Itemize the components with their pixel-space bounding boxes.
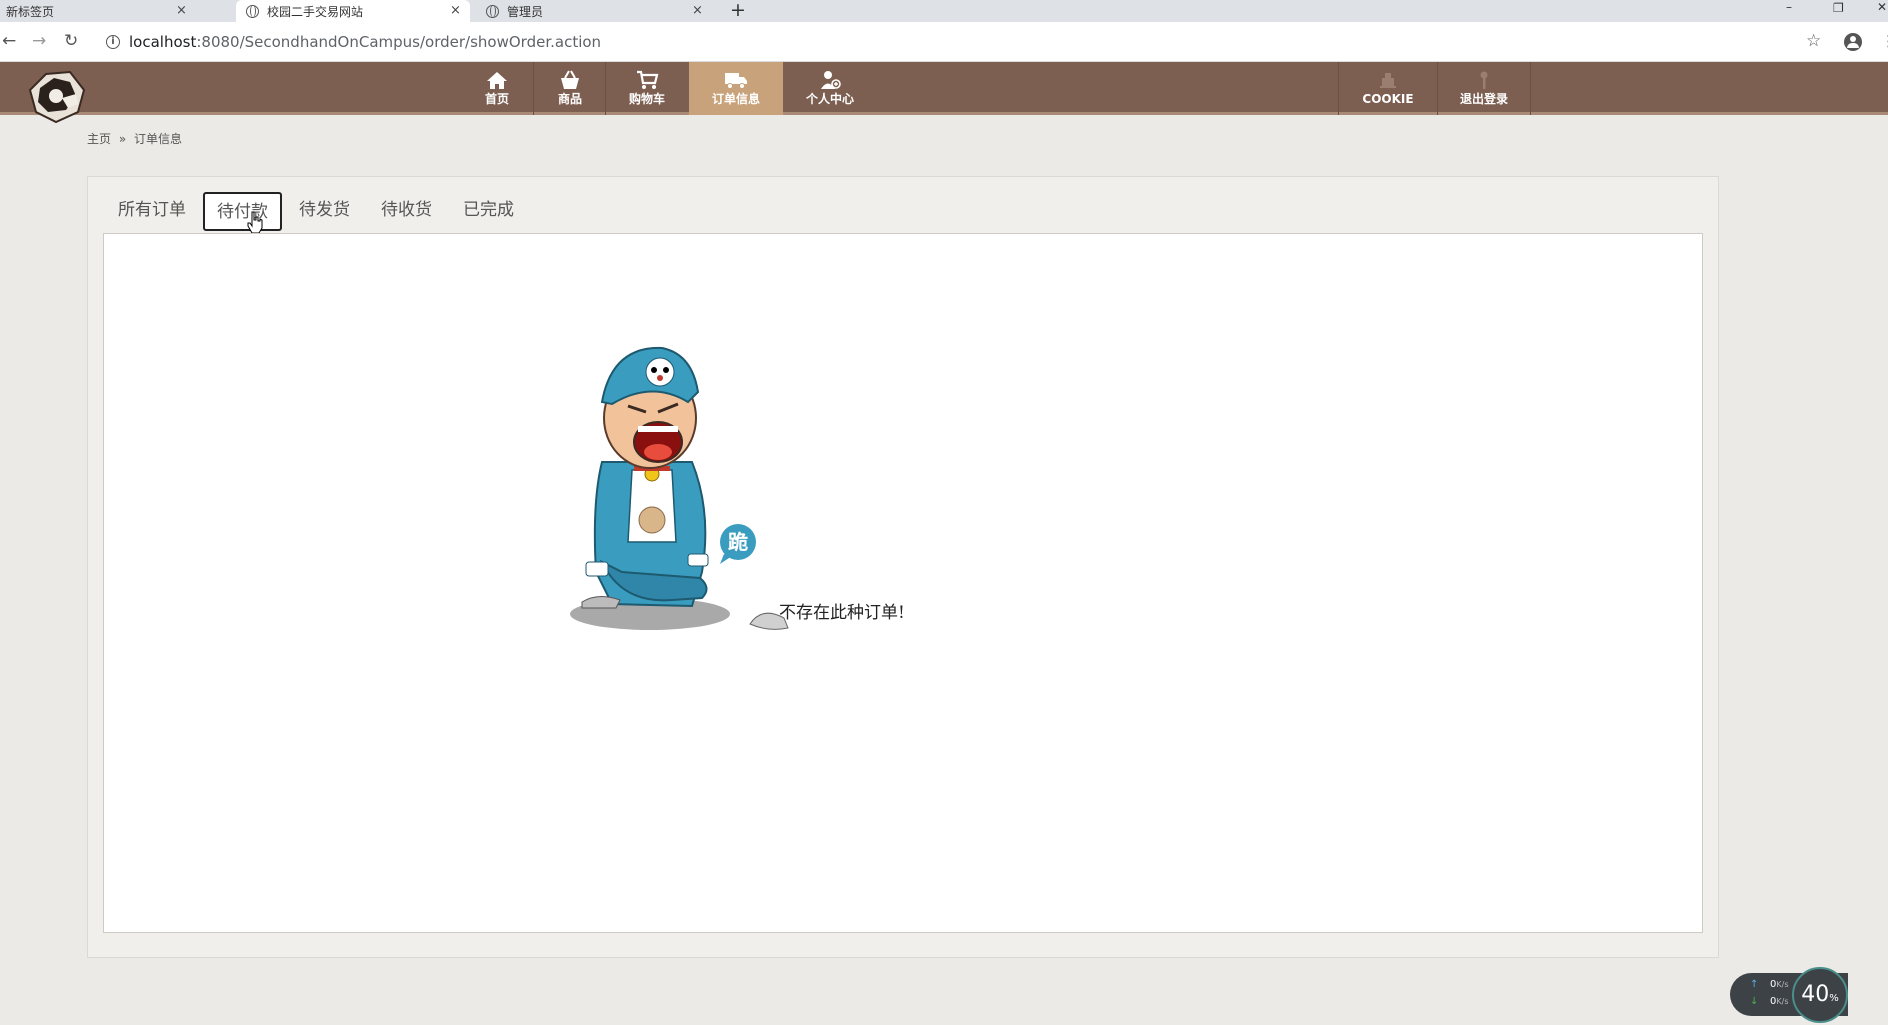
upload-speed-unit: K/s xyxy=(1776,980,1789,989)
nav-divider xyxy=(605,62,606,115)
tab-title: 管理员 xyxy=(507,4,544,19)
tab-completed[interactable]: 已完成 xyxy=(463,192,514,231)
browser-tab-admin[interactable]: 管理员 × xyxy=(478,0,712,22)
tab-pending-shipment[interactable]: 待发货 xyxy=(299,192,350,231)
nav-label: 订单信息 xyxy=(711,92,760,106)
tab-all-orders[interactable]: 所有订单 xyxy=(118,192,186,231)
cookie-icon xyxy=(1380,73,1396,88)
download-arrow-icon: ↓ xyxy=(1750,996,1759,1007)
nav-label: 退出登录 xyxy=(1459,92,1508,106)
restore-button[interactable]: ❐ xyxy=(1833,1,1844,23)
empty-orders-message: 不存在此种订单! xyxy=(779,603,905,623)
usage-percent-unit: % xyxy=(1829,993,1839,1004)
nav-label: 首页 xyxy=(484,92,509,106)
breadcrumb-current: 订单信息 xyxy=(134,132,183,146)
nav-cookie[interactable]: COOKIE xyxy=(1343,62,1433,115)
nav-goods[interactable]: 商品 xyxy=(542,62,598,115)
download-speed: 0 xyxy=(1770,996,1777,1007)
breadcrumb-separator: » xyxy=(118,132,127,146)
nav-divider xyxy=(1530,62,1531,115)
tab-pending-receipt[interactable]: 待收货 xyxy=(381,192,432,231)
breadcrumb: 主页 » 订单信息 xyxy=(87,130,182,147)
browser-tab-strip: 新标签页 × 校园二手交易网站 × 管理员 × + – ❐ ✕ xyxy=(0,0,1888,22)
nav-label: 商品 xyxy=(557,92,582,106)
url-path: :8080/SecondhandOnCampus/order/showOrder… xyxy=(196,33,602,51)
network-speed-widget[interactable]: ↑ 0K/s ↓ 0K/s 40% xyxy=(1730,967,1848,1023)
nav-divider xyxy=(1437,62,1438,115)
nav-label: 购物车 xyxy=(628,92,665,106)
forward-icon[interactable]: → xyxy=(32,31,46,51)
memory-usage-ring: 40% xyxy=(1792,967,1848,1023)
nav-label: 个人中心 xyxy=(805,92,854,106)
site-navbar xyxy=(0,62,1888,115)
nav-logout[interactable]: 退出登录 xyxy=(1442,62,1526,115)
site-logo-icon[interactable] xyxy=(26,68,88,124)
browser-tab-campus[interactable]: 校园二手交易网站 × xyxy=(236,0,470,22)
basket-icon xyxy=(561,70,579,89)
profile-icon[interactable] xyxy=(1844,33,1862,51)
nav-divider xyxy=(533,62,534,115)
truck-icon xyxy=(725,73,747,89)
reload-icon[interactable]: ↻ xyxy=(64,31,78,51)
new-tab-button[interactable]: + xyxy=(728,0,748,22)
key-icon xyxy=(1480,71,1488,89)
url-field[interactable]: localhost:8080/SecondhandOnCampus/order/… xyxy=(129,33,601,51)
home-icon xyxy=(487,72,507,89)
breadcrumb-home-link[interactable]: 主页 xyxy=(87,132,111,146)
upload-speed: 0 xyxy=(1770,979,1777,990)
crying-character-illustration: 跪 xyxy=(570,346,789,630)
nav-home[interactable]: 首页 xyxy=(470,62,524,115)
browser-menu-icon[interactable]: ⋮ xyxy=(1881,31,1888,51)
browser-tab-newtab[interactable]: 新标签页 × xyxy=(0,0,196,22)
upload-arrow-icon: ↑ xyxy=(1750,979,1759,990)
nav-profile[interactable]: 个人中心 xyxy=(790,62,870,115)
tab-title: 新标签页 xyxy=(6,4,55,19)
nav-divider xyxy=(1338,62,1339,115)
minimize-button[interactable]: – xyxy=(1786,0,1792,22)
tab-close-icon[interactable]: × xyxy=(176,3,187,18)
address-bar: ← → ↻ i localhost:8080/SecondhandOnCampu… xyxy=(0,22,1888,62)
nav-orders[interactable]: 订单信息 xyxy=(689,62,783,115)
tab-close-icon[interactable]: × xyxy=(450,3,461,18)
nav-cart[interactable]: 购物车 xyxy=(614,62,680,115)
bookmark-star-icon[interactable]: ☆ xyxy=(1806,31,1821,51)
empty-state-badge: 跪 xyxy=(728,530,748,554)
usage-percent: 40 xyxy=(1801,982,1830,1007)
url-host: localhost xyxy=(129,33,197,51)
download-speed-unit: K/s xyxy=(1776,997,1789,1006)
nav-label: COOKIE xyxy=(1362,92,1414,106)
user-add-icon xyxy=(821,71,841,89)
back-icon[interactable]: ← xyxy=(2,31,16,51)
site-info-icon[interactable]: i xyxy=(106,35,120,49)
globe-icon xyxy=(246,4,259,18)
orders-content: 跪 xyxy=(103,233,1703,933)
cart-icon xyxy=(637,70,659,89)
tab-title: 校园二手交易网站 xyxy=(267,4,364,19)
close-window-button[interactable]: ✕ xyxy=(1877,0,1887,22)
tab-pending-payment[interactable]: 待付款 xyxy=(203,192,282,231)
globe-icon xyxy=(486,4,499,18)
tab-close-icon[interactable]: × xyxy=(692,3,703,18)
hand-cursor-icon xyxy=(247,211,263,234)
